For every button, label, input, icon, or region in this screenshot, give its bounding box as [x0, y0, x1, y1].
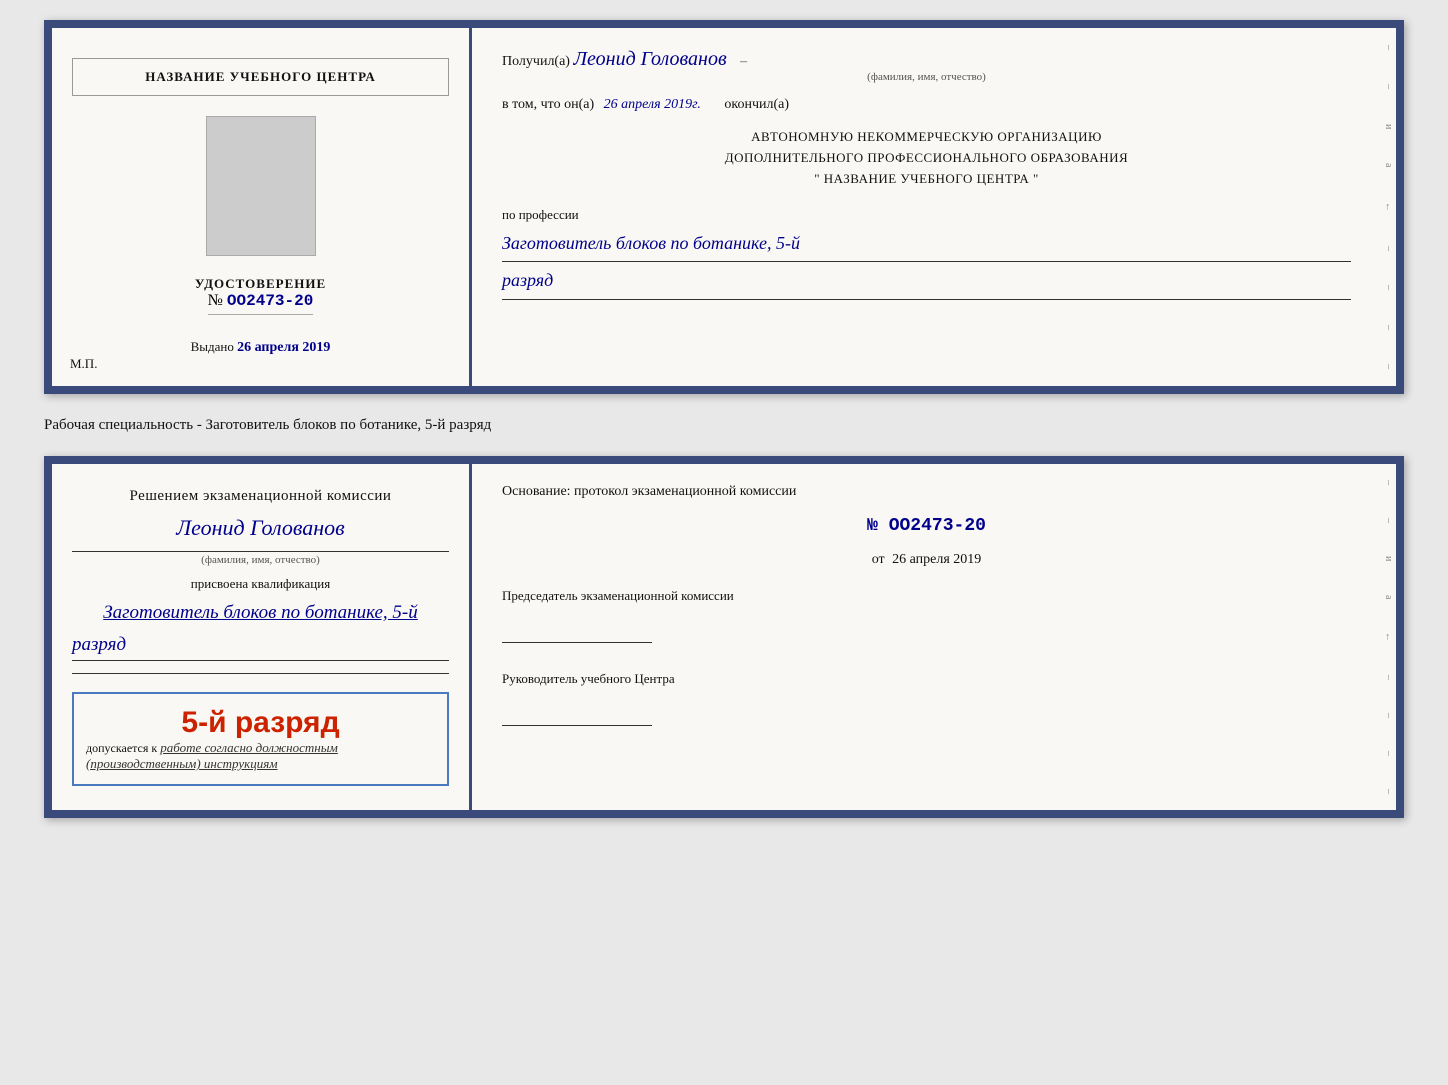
vtom-prefix: в том, что он(а) — [502, 97, 594, 112]
work-text: работе согласно должностным — [160, 740, 338, 755]
top-doc-left: НАЗВАНИЕ УЧЕБНОГО ЦЕНТРА УДОСТОВЕРЕНИЕ №… — [52, 28, 472, 386]
org-name: " НАЗВАНИЕ УЧЕБНОГО ЦЕНТРА " — [502, 169, 1351, 190]
b-edge-mark-7: – — [1383, 713, 1394, 718]
b-edge-mark-3: и — [1383, 556, 1394, 561]
ot-date: от 26 апреля 2019 — [502, 552, 1351, 568]
vtom-line: в том, что он(а) 26 апреля 2019г. окончи… — [502, 97, 1351, 113]
bottom-doc-left: Решением экзаменационной комиссии Леонид… — [52, 464, 472, 810]
vydano-date: 26 апреля 2019 — [237, 340, 330, 355]
kvalif-name: Заготовитель блоков по ботанике, 5-й — [72, 602, 449, 624]
udostoverenie-block: УДОСТОВЕРЕНИЕ № OO2473-20 — [195, 276, 326, 319]
b-edge-mark-4: а — [1383, 595, 1394, 599]
po-professii-label: по профессии — [502, 203, 1351, 226]
osnovanie-label: Основание: протокол экзаменационной коми… — [502, 484, 1351, 500]
mp-label: М.П. — [70, 356, 97, 372]
b-edge-mark-5: ← — [1383, 632, 1394, 642]
bottom-document: Решением экзаменационной комиссии Леонид… — [44, 456, 1404, 818]
recipient-name: Леонид Голованов — [573, 48, 726, 70]
stamp-rank: 5-й разряд — [86, 706, 435, 740]
middle-label: Рабочая специальность - Заготовитель бло… — [44, 417, 491, 433]
edge-mark-6: – — [1383, 246, 1394, 251]
vtom-date: 26 апреля 2019г. — [604, 97, 701, 112]
prisvoena-label: присвоена квалификация — [72, 576, 449, 592]
stamp-допускается: допускается к работе согласно должностны… — [86, 740, 435, 756]
edge-mark-1: – — [1383, 45, 1394, 50]
rukovoditel-sig-line — [502, 712, 652, 726]
protokol-num-value: OO2473-20 — [889, 516, 986, 536]
udostoverenie-number: OO2473-20 — [227, 292, 313, 310]
rukovoditel-title: Руководитель учебного Центра — [502, 667, 1351, 690]
top-document: НАЗВАНИЕ УЧЕБНОГО ЦЕНТРА УДОСТОВЕРЕНИЕ №… — [44, 20, 1404, 394]
edge-mark-8: – — [1383, 325, 1394, 330]
protokol-prefix: № — [867, 516, 878, 536]
edge-mark-5: ← — [1383, 202, 1394, 212]
b-edge-mark-6: – — [1383, 675, 1394, 680]
top-doc-right: Получил(а) Леонид Голованов – (фамилия, … — [472, 28, 1381, 386]
org-line2: ДОПОЛНИТЕЛЬНОГО ПРОФЕССИОНАЛЬНОГО ОБРАЗО… — [502, 148, 1351, 169]
protocol-date: 26 апреля 2019 — [892, 552, 981, 567]
middle-label-container: Рабочая специальность - Заготовитель бло… — [44, 412, 1404, 438]
edge-mark-3: и — [1383, 124, 1394, 129]
komissia-name: Леонид Голованов — [72, 515, 449, 541]
school-title-top: НАЗВАНИЕ УЧЕБНОГО ЦЕНТРА — [72, 58, 449, 96]
b-edge-mark-2: – — [1383, 518, 1394, 523]
rukovoditel-block: Руководитель учебного Центра — [502, 667, 1351, 734]
okончил-label: окончил(а) — [724, 97, 789, 112]
razryad-value-top: разряд — [502, 264, 1351, 296]
instruktsii-text: (производственным) инструкциям — [86, 756, 435, 772]
razryad-bottom: разряд — [72, 634, 449, 661]
name-sublabel-top: (фамилия, имя, отчество) — [502, 71, 1351, 83]
poluchil-prefix: Получил(а) — [502, 54, 570, 69]
edge-mark-2: – — [1383, 84, 1394, 89]
profession-block: по профессии Заготовитель блоков по бота… — [502, 203, 1351, 301]
bottom-doc-right: Основание: протокол экзаменационной коми… — [472, 464, 1381, 810]
edge-mark-9: – — [1383, 364, 1394, 369]
protokol-number: № OO2473-20 — [502, 516, 1351, 536]
predsedatel-title: Председатель экзаменационной комиссии — [502, 584, 1351, 607]
b-edge-mark-8: – — [1383, 751, 1394, 756]
org-line1: АВТОНОМНУЮ НЕКОММЕРЧЕСКУЮ ОРГАНИЗАЦИЮ — [502, 127, 1351, 148]
profession-value: Заготовитель блоков по ботанике, 5-й — [502, 227, 1351, 259]
photo-placeholder — [206, 116, 316, 256]
edge-mark-4: а — [1383, 163, 1394, 167]
b-edge-mark-1: – — [1383, 480, 1394, 485]
predsedatel-sig-line — [502, 629, 652, 643]
dopuskaetsya-label: допускается к — [86, 741, 157, 755]
recipient-line: Получил(а) Леонид Голованов – (фамилия, … — [502, 48, 1351, 83]
number-prefix: № — [208, 292, 223, 309]
right-edge-marks: – – и а ← – – – – — [1381, 28, 1396, 386]
vydano-label: Выдано — [191, 339, 234, 354]
komissia-sublabel: (фамилия, имя, отчество) — [72, 551, 449, 566]
predsedatel-block: Председатель экзаменационной комиссии — [502, 584, 1351, 651]
edge-mark-7: – — [1383, 285, 1394, 290]
stamp-box: 5-й разряд допускается к работе согласно… — [72, 692, 449, 786]
b-edge-mark-9: – — [1383, 789, 1394, 794]
udostoverenie-label: УДОСТОВЕРЕНИЕ — [195, 276, 326, 292]
vydano-block: Выдано 26 апреля 2019 — [191, 339, 331, 356]
org-block: АВТОНОМНУЮ НЕКОММЕРЧЕСКУЮ ОРГАНИЗАЦИЮ ДО… — [502, 127, 1351, 189]
bottom-right-edge-marks: – – и а ← – – – – — [1381, 464, 1396, 810]
ot-prefix: от — [872, 552, 885, 567]
komissia-title: Решением экзаменационной комиссии — [72, 488, 449, 505]
